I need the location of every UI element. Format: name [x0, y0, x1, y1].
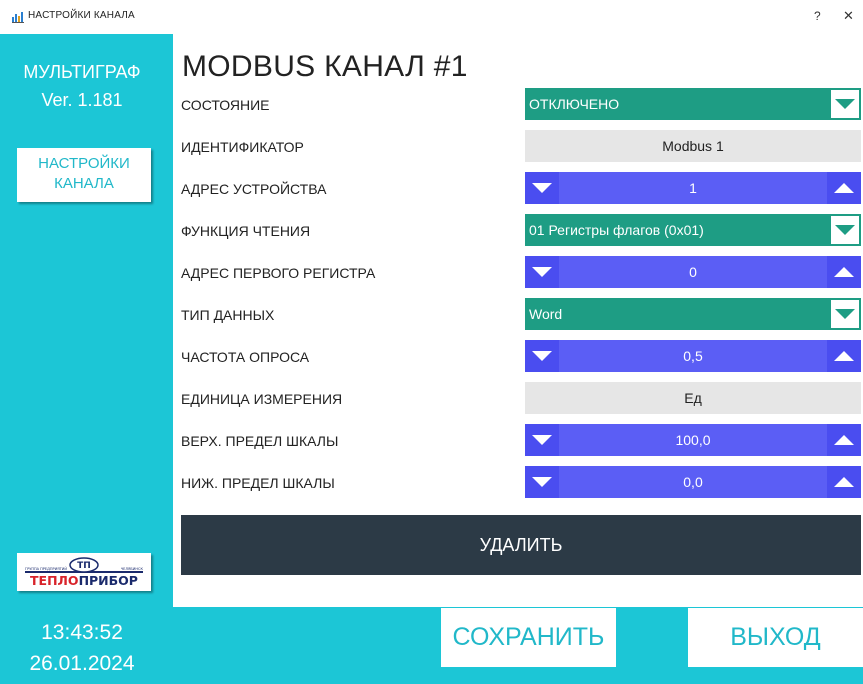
- increment-icon[interactable]: [827, 256, 861, 288]
- state-label: СОСТОЯНИЕ: [181, 97, 270, 113]
- logo-small-right: ЧЕЛЯБИНСК: [121, 567, 144, 571]
- logo-text-part2: ПРИБОР: [79, 573, 138, 588]
- lower-limit-value: 0,0: [683, 474, 703, 490]
- data-type-label: ТИП ДАННЫХ: [181, 307, 275, 323]
- sidebar-item-label-line1: НАСТРОЙКИ: [38, 155, 130, 172]
- increment-icon[interactable]: [827, 424, 861, 456]
- increment-icon[interactable]: [827, 340, 861, 372]
- chart-app-icon: [12, 12, 24, 23]
- clock-date: 26.01.2024: [29, 652, 135, 675]
- poll-frequency-value: 0,5: [683, 348, 703, 364]
- app-version: Ver. 1.181: [41, 90, 123, 110]
- upper-limit-label: ВЕРХ. ПРЕДЕЛ ШКАЛЫ: [181, 433, 339, 449]
- unit-field[interactable]: Ед: [525, 382, 861, 414]
- identifier-label: ИДЕНТИФИКАТОР: [181, 139, 304, 155]
- svg-text:ТЕПЛОПРИБОР: ТЕПЛОПРИБОР: [30, 573, 138, 588]
- lower-limit-stepper[interactable]: 0,0: [525, 466, 861, 498]
- close-icon[interactable]: ✕: [843, 8, 854, 24]
- poll-frequency-label: ЧАСТОТА ОПРОСА: [181, 349, 310, 365]
- decrement-icon[interactable]: [525, 424, 559, 456]
- app-name: МУЛЬТИГРАФ: [23, 62, 141, 82]
- delete-button[interactable]: УДАЛИТЬ: [181, 515, 861, 575]
- exit-button[interactable]: ВЫХОД: [688, 608, 863, 667]
- logo-emblem: ТП: [77, 561, 91, 571]
- increment-icon[interactable]: [827, 172, 861, 204]
- device-address-value: 1: [689, 180, 697, 196]
- sidebar-item-label-line2: КАНАЛА: [54, 175, 114, 192]
- decrement-icon[interactable]: [525, 340, 559, 372]
- page-title: MODBUS КАНАЛ #1: [182, 50, 468, 83]
- unit-label: ЕДИНИЦА ИЗМЕРЕНИЯ: [181, 391, 343, 407]
- increment-icon[interactable]: [827, 466, 861, 498]
- device-address-label: АДРЕС УСТРОЙСТВА: [181, 181, 327, 197]
- read-function-value: 01 Регистры флагов (0x01): [529, 222, 704, 238]
- read-function-dropdown[interactable]: 01 Регистры флагов (0x01): [525, 214, 861, 246]
- state-value: ОТКЛЮЧЕНО: [529, 96, 620, 112]
- logo-text-part1: ТЕПЛО: [30, 573, 79, 588]
- datetime-display: 13:43:52 26.01.2024: [0, 617, 164, 679]
- lower-limit-label: НИЖ. ПРЕДЕЛ ШКАЛЫ: [181, 475, 335, 491]
- chevron-down-icon[interactable]: [831, 90, 859, 118]
- sidebar-item-channel-settings[interactable]: НАСТРОЙКИ КАНАЛА: [17, 148, 151, 202]
- read-function-label: ФУНКЦИЯ ЧТЕНИЯ: [181, 223, 311, 239]
- clock-time: 13:43:52: [41, 621, 123, 644]
- upper-limit-stepper[interactable]: 100,0: [525, 424, 861, 456]
- chevron-down-icon[interactable]: [831, 300, 859, 328]
- app-brand: МУЛЬТИГРАФ Ver. 1.181: [0, 58, 164, 114]
- save-button[interactable]: СОХРАНИТЬ: [441, 608, 616, 667]
- chevron-down-icon[interactable]: [831, 216, 859, 244]
- company-logo: ТП ГРУППА ПРЕДПРИЯТИЙ ЧЕЛЯБИНСК ТЕПЛОПРИ…: [17, 553, 151, 591]
- title-bar: НАСТРОЙКИ КАНАЛА ? ✕: [0, 0, 863, 34]
- identifier-field[interactable]: Modbus 1: [525, 130, 861, 162]
- data-type-dropdown[interactable]: Word: [525, 298, 861, 330]
- decrement-icon[interactable]: [525, 256, 559, 288]
- first-register-stepper[interactable]: 0: [525, 256, 861, 288]
- upper-limit-value: 100,0: [675, 432, 711, 448]
- data-type-value: Word: [529, 306, 563, 322]
- poll-frequency-stepper[interactable]: 0,5: [525, 340, 861, 372]
- first-register-value: 0: [689, 264, 697, 280]
- state-dropdown[interactable]: ОТКЛЮЧЕНО: [525, 88, 861, 120]
- help-icon[interactable]: ?: [814, 9, 821, 23]
- device-address-stepper[interactable]: 1: [525, 172, 861, 204]
- logo-small-left: ГРУППА ПРЕДПРИЯТИЙ: [25, 566, 67, 571]
- decrement-icon[interactable]: [525, 172, 559, 204]
- decrement-icon[interactable]: [525, 466, 559, 498]
- window-title: НАСТРОЙКИ КАНАЛА: [28, 10, 135, 21]
- first-register-label: АДРЕС ПЕРВОГО РЕГИСТРА: [181, 265, 376, 281]
- teplopribor-logo: ТП ГРУППА ПРЕДПРИЯТИЙ ЧЕЛЯБИНСК ТЕПЛОПРИ…: [25, 557, 144, 588]
